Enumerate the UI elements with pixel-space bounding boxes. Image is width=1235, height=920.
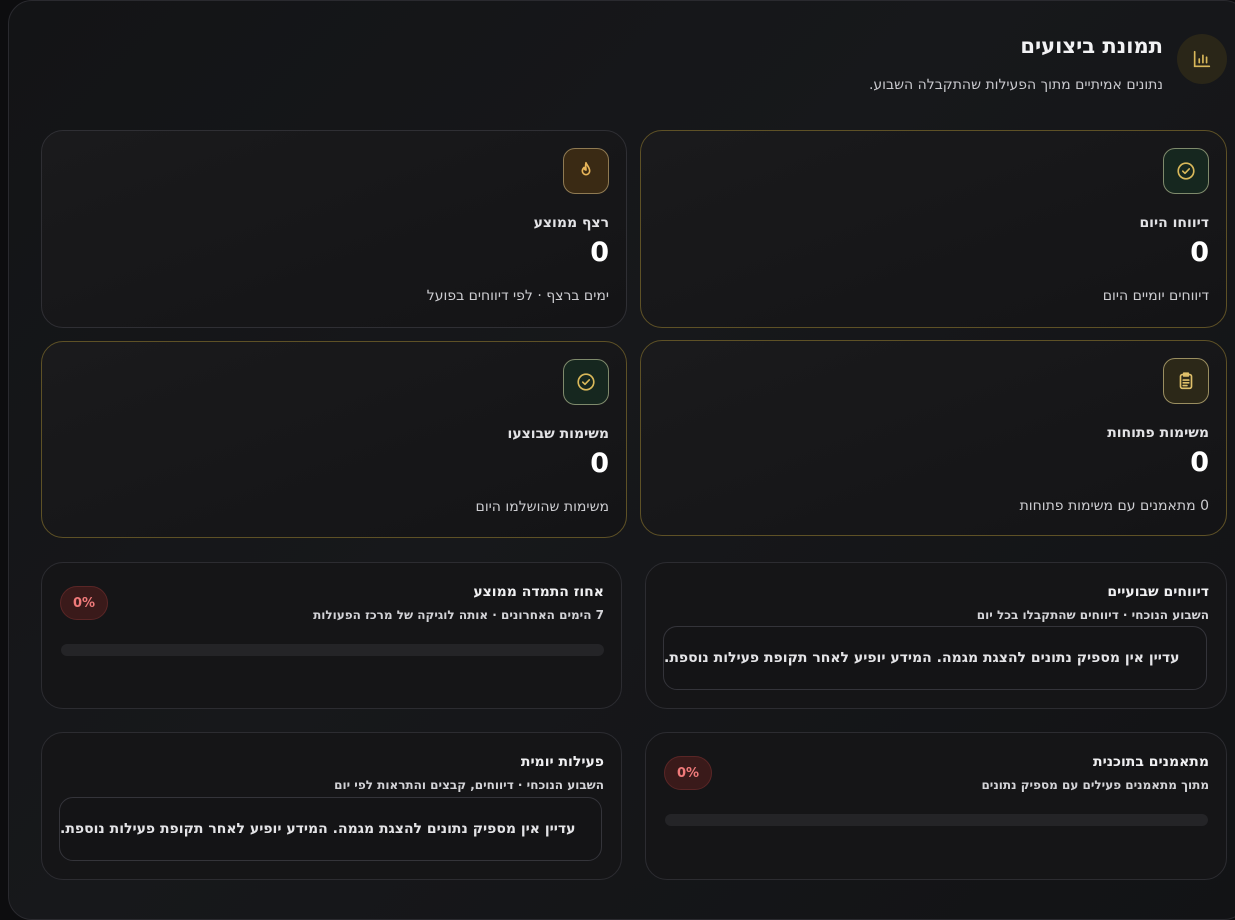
stat-value: 0 [1190,447,1209,478]
stat-description: משימות שהושלמו היום [475,499,609,515]
card-subtitle: 7 הימים האחרונים · אותה לוגיקה של מרכז ה… [313,608,604,622]
stat-description: 0 מתאמנים עם משימות פתוחות [1019,498,1209,514]
bar-chart-icon [1177,34,1227,84]
check-circle-icon [1163,148,1209,194]
card-title: מתאמנים בתוכנית [1093,754,1209,770]
clipboard-icon [1163,358,1209,404]
flame-icon [563,148,609,194]
stat-card-done-tasks[interactable]: משימות שבוצעו 0 משימות שהושלמו היום [41,341,627,538]
card-title: דיווחים שבועיים [1107,584,1209,600]
stat-label: משימות שבוצעו [507,426,609,442]
trainees-on-plan-card: מתאמנים בתוכנית מתוך מתאמנים פעילים עם מ… [645,732,1227,880]
stat-card-avg-streak[interactable]: רצף ממוצע 0 ימים ברצף · לפי דיווחים בפוע… [41,130,627,328]
empty-state-message: עדיין אין מספיק נתונים להצגת מגמה. המידע… [59,797,602,861]
stat-card-reported-today[interactable]: דיווחו היום 0 דיווחים יומיים היום [640,130,1227,328]
card-subtitle: השבוע הנוכחי · דיווחים, קבצים והתראות לפ… [334,778,604,792]
percent-badge: 0% [60,586,108,620]
progress-bar [665,814,1208,826]
card-title: אחוז התמדה ממוצע [473,584,604,600]
stat-value: 0 [590,237,609,268]
stat-label: דיווחו היום [1139,215,1209,231]
stat-label: משימות פתוחות [1107,425,1209,441]
card-subtitle: השבוע הנוכחי · דיווחים שהתקבלו בכל יום [976,608,1209,622]
stat-value: 0 [1190,237,1209,268]
daily-activity-card: פעילות יומית השבוע הנוכחי · דיווחים, קבצ… [41,732,622,880]
stat-card-open-tasks[interactable]: משימות פתוחות 0 0 מתאמנים עם משימות פתוח… [640,340,1227,536]
stat-label: רצף ממוצע [533,215,609,231]
page-title: תמונת ביצועים [1020,34,1163,58]
card-title: פעילות יומית [520,754,604,770]
page-subtitle: נתונים אמיתיים מתוך הפעילות שהתקבלה השבו… [868,77,1163,93]
progress-bar [61,644,604,656]
empty-state-message: עדיין אין מספיק נתונים להצגת מגמה. המידע… [663,626,1207,690]
stat-description: ימים ברצף · לפי דיווחים בפועל [426,288,609,304]
percent-badge: 0% [664,756,712,790]
card-subtitle: מתוך מתאמנים פעילים עם מספיק נתונים [981,778,1209,792]
avg-adherence-card: אחוז התמדה ממוצע 7 הימים האחרונים · אותה… [41,562,622,709]
stat-description: דיווחים יומיים היום [1102,288,1209,304]
check-circle-icon [563,359,609,405]
stat-value: 0 [590,448,609,479]
weekly-reports-card: דיווחים שבועיים השבוע הנוכחי · דיווחים ש… [645,562,1227,709]
